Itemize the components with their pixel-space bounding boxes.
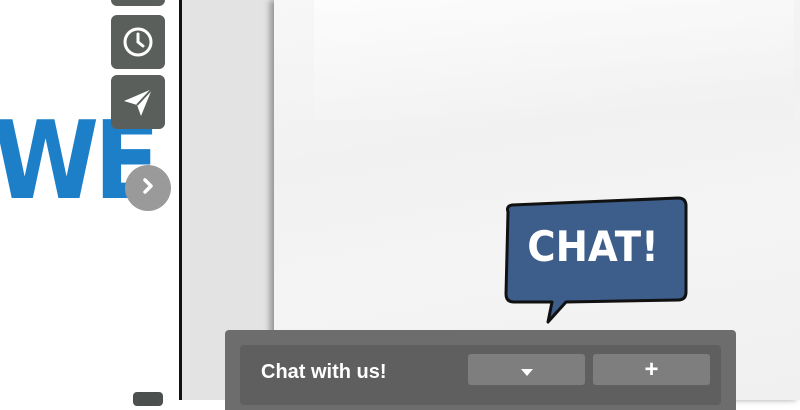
toolbar-button-bottom[interactable] — [133, 392, 163, 406]
paper-plane-icon — [121, 85, 155, 119]
chat-expand-button[interactable]: + — [593, 354, 710, 385]
chat-bubble-label: CHAT! — [527, 222, 659, 271]
chevron-right-icon — [138, 176, 158, 201]
next-arrow-button[interactable] — [125, 165, 171, 211]
plus-icon: + — [644, 355, 659, 383]
chat-widget-bar[interactable]: Chat with us! + — [225, 330, 736, 410]
chat-minimize-button[interactable] — [468, 354, 585, 385]
clock-icon — [121, 25, 155, 59]
chat-bubble-badge[interactable]: CHAT! — [502, 196, 690, 324]
caret-down-icon — [520, 356, 534, 384]
history-button[interactable] — [111, 15, 165, 69]
send-button[interactable] — [111, 75, 165, 129]
chat-title: Chat with us! — [261, 361, 387, 383]
toolbar-button-top[interactable] — [111, 0, 165, 6]
chat-widget-header[interactable]: Chat with us! + — [240, 345, 721, 405]
